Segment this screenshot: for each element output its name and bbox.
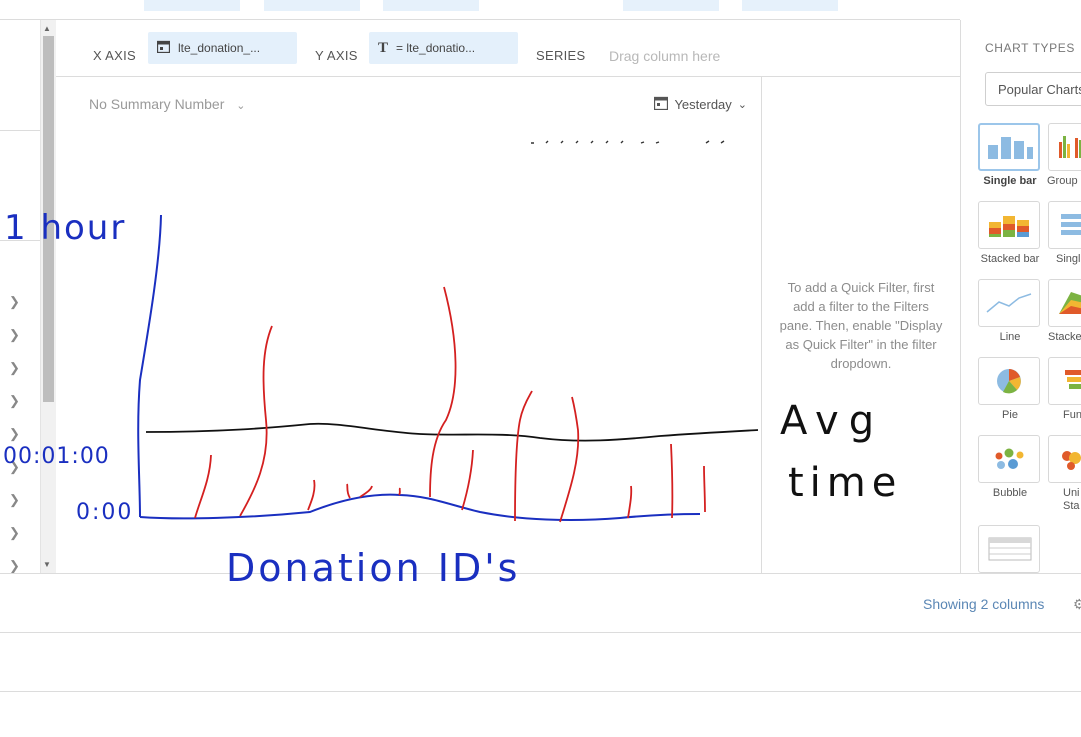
drawn-duration-bars — [194, 286, 706, 523]
drawn-label-avg-2: time — [788, 460, 903, 506]
drawn-y-axis — [137, 214, 162, 518]
hand-drawn-annotation — [137, 214, 759, 523]
drawn-label-y-top: 1 hour — [4, 208, 127, 248]
drawn-avg-line — [145, 422, 759, 442]
drawn-label-y-mid: 00:01:00 — [3, 444, 110, 469]
drawn-baseline — [139, 493, 701, 521]
drawn-label-avg-1: Avg — [780, 398, 885, 444]
drawn-label-y-zero: 0:00 — [76, 500, 134, 525]
drawn-label-x: Donation ID's — [226, 546, 521, 590]
